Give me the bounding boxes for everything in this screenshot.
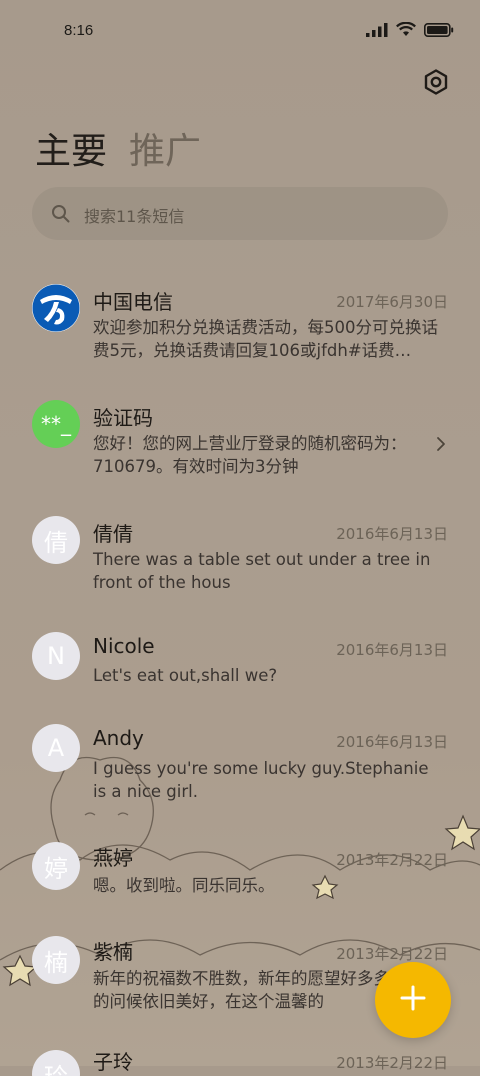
conversation-name: Andy <box>93 726 144 750</box>
conversation-item[interactable]: N Nicole 2016年6月13日 Let's eat out,shall … <box>0 616 480 710</box>
contact-avatar: A <box>32 724 80 772</box>
conversation-name: 验证码 <box>93 406 153 430</box>
status-icons <box>366 22 454 37</box>
status-time: 8:16 <box>64 22 94 39</box>
contact-avatar: 倩 <box>32 516 80 564</box>
signal-icon <box>366 22 388 37</box>
contact-avatar: 楠 <box>32 936 80 984</box>
china-telecom-logo-icon <box>32 284 80 332</box>
new-message-button[interactable] <box>375 962 451 1038</box>
conversation-date: 2016年6月13日 <box>336 525 448 543</box>
contact-avatar: 婷 <box>32 842 80 890</box>
conversation-name: 燕婷 <box>93 846 133 870</box>
conversation-date: 2016年6月13日 <box>336 733 448 751</box>
conversation-item[interactable]: **_ 验证码 您好！您的网上营业厅登录的随机密码为：710679。有效时间为3… <box>0 384 480 500</box>
settings-gear-icon[interactable] <box>422 68 450 96</box>
chevron-right-icon[interactable] <box>436 436 446 452</box>
tab-primary[interactable]: 主要 <box>35 122 107 174</box>
conversation-date: 2016年6月13日 <box>336 641 448 659</box>
conversation-preview: I guess you're some lucky guy.Stephanie … <box>93 759 429 801</box>
conversation-item[interactable]: 中国电信 2017年6月30日 欢迎参加积分兑换话费活动，每500分可兑换话费5… <box>0 268 480 384</box>
search-placeholder: 搜索11条短信 <box>84 207 185 226</box>
conversation-name: Nicole <box>93 634 155 658</box>
conversation-name: 中国电信 <box>93 290 173 314</box>
conversation-preview: 您好！您的网上营业厅登录的随机密码为：710679。有效时间为3分钟 <box>93 434 407 476</box>
conversation-item[interactable]: 婷 燕婷 2013年2月22日 嗯。收到啦。同乐同乐。 <box>0 826 480 920</box>
contact-avatar: 玲 <box>32 1050 80 1076</box>
tab-bar: 主要 推广 <box>35 122 201 174</box>
china-telecom-logo-avatar <box>32 284 80 332</box>
conversation-preview: Let's eat out,shall we? <box>93 666 278 685</box>
conversation-name: 紫楠 <box>93 940 133 964</box>
battery-icon <box>424 22 454 37</box>
conversation-date: 2017年6月30日 <box>336 293 448 311</box>
wifi-icon <box>396 22 416 36</box>
conversation-item[interactable]: 玲 子玲 2013年2月22日 <box>0 1036 480 1076</box>
conversation-item[interactable]: A Andy 2016年6月13日 I guess you're some lu… <box>0 710 480 826</box>
conversation-preview: There was a table set out under a tree i… <box>93 550 431 592</box>
search-icon <box>52 205 70 223</box>
search-bar[interactable]: 搜索11条短信 <box>32 187 448 240</box>
conversation-preview: 欢迎参加积分兑换话费活动，每500分可兑换话费5元，兑换话费请回复106或jfd… <box>93 318 438 360</box>
conversation-name: 子玲 <box>93 1050 133 1074</box>
tab-promotions[interactable]: 推广 <box>129 122 201 174</box>
conversation-name: 倩倩 <box>93 522 133 546</box>
conversation-preview: 嗯。收到啦。同乐同乐。 <box>93 876 275 895</box>
contact-avatar: **_ <box>32 400 80 448</box>
contact-avatar: N <box>32 632 80 680</box>
conversation-date: 2013年2月22日 <box>336 851 448 869</box>
conversation-date: 2013年2月22日 <box>336 945 448 963</box>
status-bar: 8:16 <box>0 0 480 64</box>
plus-icon <box>400 985 426 1015</box>
conversation-date: 2013年2月22日 <box>336 1054 448 1072</box>
conversation-item[interactable]: 倩 倩倩 2016年6月13日 There was a table set ou… <box>0 500 480 616</box>
